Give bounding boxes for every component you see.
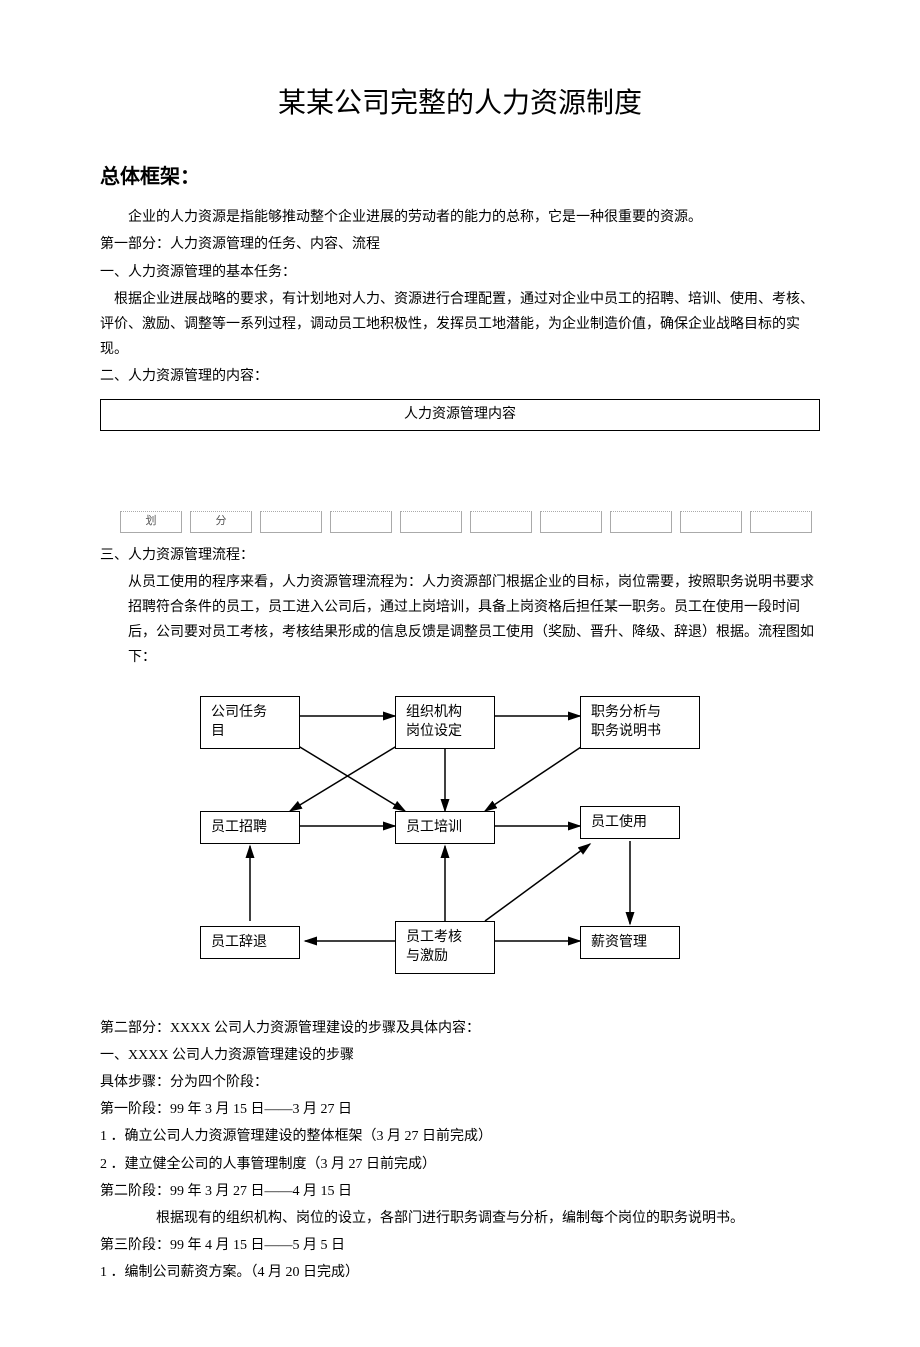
intro-paragraph: 企业的人力资源是指能够推动整个企业进展的劳动者的能力的总称，它是一种很重要的资源…	[100, 205, 820, 230]
part2-heading-text: 第二部分：XXXX 公司人力资源管理建设的步骤及具体内容：	[100, 1021, 480, 1036]
category-box	[330, 511, 392, 533]
steps-intro: 具体步骤：分为四个阶段：	[100, 1070, 820, 1095]
category-boxes-row: 划 分	[100, 511, 820, 533]
section3-body: 从员工使用的程序来看，人力资源管理流程为：人力资源部门根据企业的目标，岗位需要，…	[100, 570, 820, 671]
flow-box-training: 员工培训	[395, 811, 495, 845]
part2-sec1-heading: 一、XXXX 公司人力资源管理建设的步骤	[100, 1043, 820, 1068]
flow-box-review: 员工考核 与激励	[395, 921, 495, 974]
process-flowchart: 公司任务 目 组织机构 岗位设定 职务分析与 职务说明书 员工招聘 员工培训 员…	[180, 686, 740, 1006]
content-table-header: 人力资源管理内容	[100, 399, 820, 430]
flow-box-jobdesc: 职务分析与 职务说明书	[580, 696, 700, 749]
section1-body: 根据企业进展战略的要求，有计划地对人力、资源进行合理配置，通过对企业中员工的招聘…	[100, 287, 820, 363]
category-box	[470, 511, 532, 533]
flow-box-use: 员工使用	[580, 806, 680, 840]
phase2-heading: 第二阶段：99 年 3 月 27 日——4 月 15 日	[100, 1179, 820, 1204]
flow-box-salary: 薪资管理	[580, 926, 680, 960]
page-title: 某某公司完整的人力资源制度	[100, 79, 820, 129]
category-box	[260, 511, 322, 533]
section2-heading: 二、人力资源管理的内容：	[100, 364, 820, 389]
section1-heading: 一、人力资源管理的基本任务：	[100, 260, 820, 285]
category-box	[750, 511, 812, 533]
flow-box-org: 组织机构 岗位设定	[395, 696, 495, 749]
flow-box-dismiss: 员工辞退	[200, 926, 300, 960]
category-box: 分	[190, 511, 252, 533]
phase3-heading: 第三阶段：99 年 4 月 15 日——5 月 5 日	[100, 1233, 820, 1258]
category-box	[610, 511, 672, 533]
phase2-body: 根据现有的组织机构、岗位的设立，各部门进行职务调查与分析，编制每个岗位的职务说明…	[100, 1206, 820, 1231]
flow-box-recruit: 员工招聘	[200, 811, 300, 845]
phase1-heading: 第一阶段：99 年 3 月 15 日——3 月 27 日	[100, 1097, 820, 1122]
section3-heading: 三、人力资源管理流程：	[100, 543, 820, 568]
category-box	[400, 511, 462, 533]
part2-heading: 第二部分：XXXX 公司人力资源管理建设的步骤及具体内容：	[100, 1016, 820, 1041]
category-box	[540, 511, 602, 533]
framework-header: 总体框架：	[100, 159, 820, 195]
flow-box-task: 公司任务 目	[200, 696, 300, 749]
phase1-item1: 1 ．确立公司人力资源管理建设的整体框架（3 月 27 日前完成）	[100, 1124, 820, 1149]
phase1-item2: 2 ．建立健全公司的人事管理制度（3 月 27 日前完成）	[100, 1152, 820, 1177]
category-box: 划	[120, 511, 182, 533]
category-box	[680, 511, 742, 533]
phase3-item1: 1 ．编制公司薪资方案。（4 月 20 日完成）	[100, 1260, 820, 1285]
part1-heading: 第一部分：人力资源管理的任务、内容、流程	[100, 232, 820, 257]
